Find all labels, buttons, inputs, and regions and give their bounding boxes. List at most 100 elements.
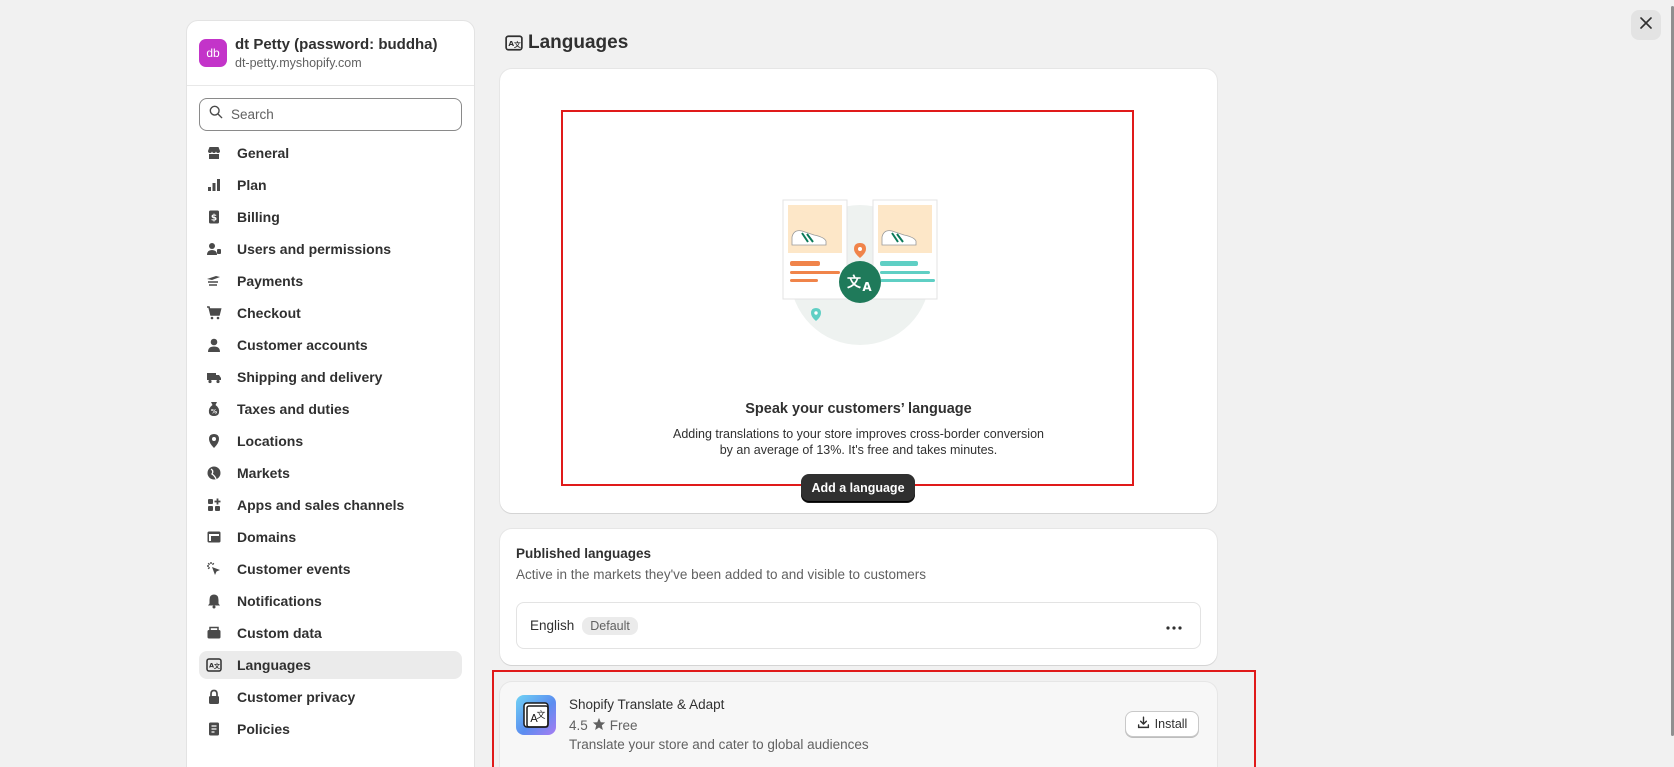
sidebar-item-label: Taxes and duties xyxy=(237,401,350,417)
ellipsis-icon xyxy=(1166,617,1182,635)
store-avatar: db xyxy=(199,39,227,67)
sidebar-item-customer-privacy[interactable]: Customer privacy xyxy=(199,683,462,711)
empty-state-description-line2: by an average of 13%. It's free and take… xyxy=(719,443,998,457)
events-icon xyxy=(205,560,223,578)
svg-text:%: % xyxy=(211,409,217,416)
sidebar-item-customer-events[interactable]: Customer events xyxy=(199,555,462,583)
app-name: Shopify Translate & Adapt xyxy=(569,697,725,712)
app-description: Translate your store and cater to global… xyxy=(569,737,869,752)
published-languages-subtitle: Active in the markets they've been added… xyxy=(516,567,927,582)
store-header[interactable]: db dt Petty (password: buddha) dt-petty.… xyxy=(187,21,474,86)
empty-state-description: Adding translations to your store improv… xyxy=(650,426,1067,458)
empty-state-card: 文 A Speak your customers’ language Addin… xyxy=(500,69,1217,513)
tax-icon: % xyxy=(205,400,223,418)
policies-icon xyxy=(205,720,223,738)
empty-state-title: Speak your customers’ language xyxy=(745,401,972,417)
globe-icon xyxy=(205,464,223,482)
add-language-button[interactable]: Add a language xyxy=(801,474,915,502)
custom-data-icon xyxy=(205,624,223,642)
app-rating-value: 4.5 xyxy=(569,718,588,733)
language-icon: A文 xyxy=(205,656,223,674)
published-languages-card: Published languages Active in the market… xyxy=(500,529,1217,665)
star-icon xyxy=(592,717,606,734)
sidebar-item-apps[interactable]: Apps and sales channels xyxy=(199,491,462,519)
settings-sidebar: db dt Petty (password: buddha) dt-petty.… xyxy=(186,20,475,767)
sidebar-item-customer-accounts[interactable]: Customer accounts xyxy=(199,331,462,359)
sidebar-item-label: Customer privacy xyxy=(237,689,356,705)
sidebar-nav: General Plan $ Billing Users and permiss… xyxy=(187,139,474,743)
sidebar-item-label: Apps and sales channels xyxy=(237,497,405,513)
plan-icon xyxy=(205,176,223,194)
sidebar-item-payments[interactable]: Payments xyxy=(199,267,462,295)
search-box[interactable] xyxy=(199,98,462,131)
translate-adapt-app-icon: A文 xyxy=(516,695,556,735)
app-price: Free xyxy=(609,718,638,733)
install-label: Install xyxy=(1154,717,1188,731)
svg-text:A: A xyxy=(862,280,872,294)
svg-text:$: $ xyxy=(211,214,217,224)
sidebar-item-label: Custom data xyxy=(237,625,322,641)
cart-icon xyxy=(205,304,223,322)
search-input[interactable] xyxy=(231,107,451,122)
sidebar-item-notifications[interactable]: Notifications xyxy=(199,587,462,615)
app-rating: 4.5 Free xyxy=(569,717,638,734)
location-icon xyxy=(205,432,223,450)
sidebar-item-markets[interactable]: Markets xyxy=(199,459,462,487)
app-promo-card: A文 Shopify Translate & Adapt 4.5 Free Tr… xyxy=(500,682,1217,767)
store-name: dt Petty (password: buddha) xyxy=(235,35,438,53)
sidebar-item-label: Domains xyxy=(237,529,297,545)
sidebar-item-plan[interactable]: Plan xyxy=(199,171,462,199)
page-title-text: Languages xyxy=(528,32,629,53)
language-row-english[interactable]: English Default xyxy=(516,602,1201,649)
sidebar-item-label: Billing xyxy=(237,209,280,225)
sidebar-item-users[interactable]: Users and permissions xyxy=(199,235,462,263)
sidebar-item-languages[interactable]: A文 Languages xyxy=(199,651,462,679)
sidebar-item-label: Shipping and delivery xyxy=(237,369,383,385)
sidebar-item-policies[interactable]: Policies xyxy=(199,715,462,743)
sidebar-item-custom-data[interactable]: Custom data xyxy=(199,619,462,647)
sidebar-item-checkout[interactable]: Checkout xyxy=(199,299,462,327)
sidebar-item-label: Markets xyxy=(237,465,290,481)
sidebar-item-label: Customer events xyxy=(237,561,351,577)
lock-icon xyxy=(205,688,223,706)
sidebar-item-general[interactable]: General xyxy=(199,139,462,167)
person-icon xyxy=(205,336,223,354)
truck-icon xyxy=(205,368,223,386)
sidebar-item-label: Plan xyxy=(237,177,267,193)
sidebar-item-label: Policies xyxy=(237,721,290,737)
payments-icon xyxy=(205,272,223,290)
close-button[interactable] xyxy=(1631,10,1661,40)
sidebar-item-label: Payments xyxy=(237,273,304,289)
sidebar-item-domains[interactable]: Domains xyxy=(199,523,462,551)
close-icon xyxy=(1639,16,1653,35)
language-icon: A文 xyxy=(505,34,523,52)
sidebar-item-label: Notifications xyxy=(237,593,322,609)
bell-icon xyxy=(205,592,223,610)
sidebar-item-shipping[interactable]: Shipping and delivery xyxy=(199,363,462,391)
sidebar-item-label: Customer accounts xyxy=(237,337,368,353)
billing-icon: $ xyxy=(205,208,223,226)
more-actions-button[interactable] xyxy=(1162,615,1186,637)
language-name: English xyxy=(530,618,575,633)
sidebar-item-locations[interactable]: Locations xyxy=(199,427,462,455)
sidebar-item-label: Checkout xyxy=(237,305,301,321)
users-icon xyxy=(205,240,223,258)
translation-illustration: 文 A xyxy=(782,199,938,345)
store-icon xyxy=(205,144,223,162)
svg-text:文: 文 xyxy=(513,40,521,49)
default-badge: Default xyxy=(582,616,638,635)
svg-text:文: 文 xyxy=(213,663,221,671)
scrollbar[interactable] xyxy=(1670,0,1674,767)
published-languages-title: Published languages xyxy=(516,546,652,561)
empty-state-description-line1: Adding translations to your store improv… xyxy=(672,427,1044,441)
search-icon xyxy=(209,105,223,124)
sidebar-item-label: Languages xyxy=(237,657,311,673)
install-button[interactable]: Install xyxy=(1125,711,1199,737)
sidebar-item-taxes[interactable]: % Taxes and duties xyxy=(199,395,462,423)
sidebar-item-billing[interactable]: $ Billing xyxy=(199,203,462,231)
store-url: dt-petty.myshopify.com xyxy=(235,55,362,70)
sidebar-item-label: Users and permissions xyxy=(237,241,392,257)
svg-text:文: 文 xyxy=(847,274,862,291)
download-icon xyxy=(1137,716,1155,732)
apps-icon xyxy=(205,496,223,514)
